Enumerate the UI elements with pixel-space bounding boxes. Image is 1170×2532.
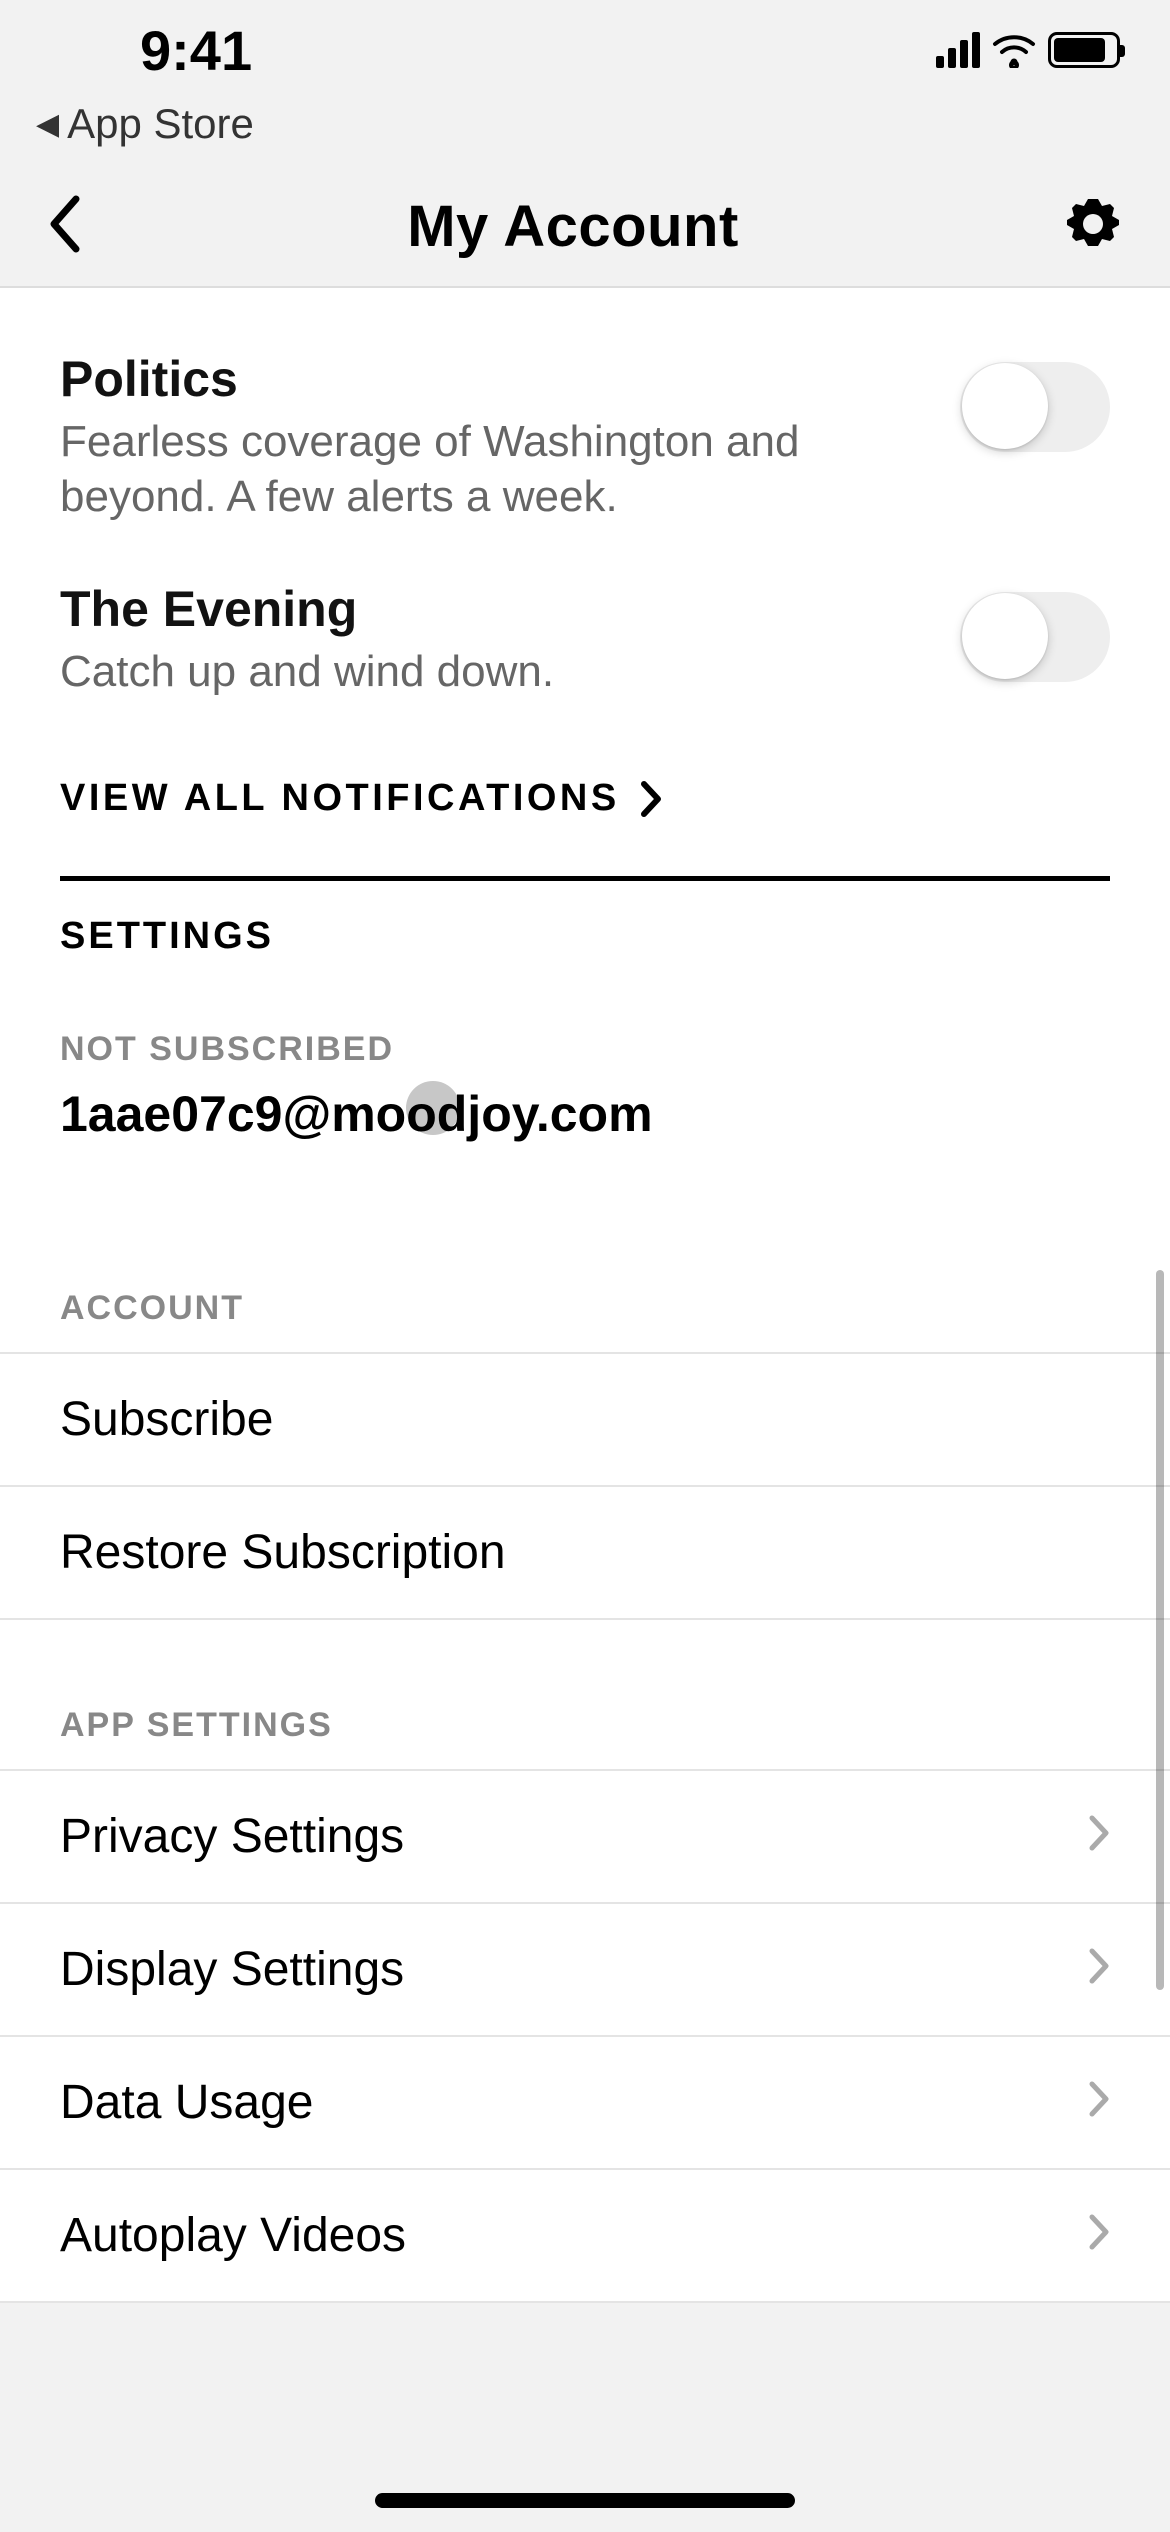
settings-button[interactable] <box>1062 193 1124 260</box>
notification-title: The Evening <box>60 580 920 638</box>
row-label: Data Usage <box>60 2075 313 2130</box>
status-indicators <box>936 32 1120 68</box>
chevron-right-icon <box>1088 2208 1110 2263</box>
row-label: Privacy Settings <box>60 1809 404 1864</box>
scrollbar[interactable] <box>1156 1270 1164 1990</box>
settings-heading: SETTINGS <box>0 881 1170 994</box>
notification-description: Fearless coverage of Washington and beyo… <box>60 414 920 524</box>
view-all-notifications-button[interactable]: VIEW ALL NOTIFICATIONS <box>0 729 1170 876</box>
notification-title: Politics <box>60 350 920 408</box>
row-label: Subscribe <box>60 1392 273 1447</box>
breadcrumb-label: App Store <box>67 100 254 148</box>
notification-description: Catch up and wind down. <box>60 644 920 699</box>
row-label: Display Settings <box>60 1942 404 1997</box>
subscription-status: NOT SUBSCRIBED <box>0 994 1170 1075</box>
row-label: Autoplay Videos <box>60 2208 406 2263</box>
back-to-app-store[interactable]: ◀ App Store <box>0 100 1170 166</box>
toggle-knob <box>962 363 1048 449</box>
toggle-evening[interactable] <box>960 592 1110 682</box>
row-data-usage[interactable]: Data Usage <box>0 2035 1170 2168</box>
notification-item-evening: The Evening Catch up and wind down. <box>0 554 1170 729</box>
chevron-right-icon <box>1088 2075 1110 2130</box>
group-label-account: ACCOUNT <box>0 1203 1170 1352</box>
toggle-politics[interactable] <box>960 362 1110 452</box>
row-display-settings[interactable]: Display Settings <box>0 1902 1170 2035</box>
group-label-app-settings: APP SETTINGS <box>0 1620 1170 1769</box>
chevron-right-icon <box>1088 1809 1110 1864</box>
account-email: 1aae07c9@moodjoy.com <box>60 1086 653 1142</box>
nav-header: My Account <box>0 166 1170 288</box>
row-label: Restore Subscription <box>60 1525 506 1580</box>
row-privacy-settings[interactable]: Privacy Settings <box>0 1769 1170 1902</box>
chevron-right-icon <box>638 780 664 818</box>
row-autoplay-videos[interactable]: Autoplay Videos <box>0 2168 1170 2303</box>
notification-item-politics: Politics Fearless coverage of Washington… <box>0 324 1170 554</box>
status-time: 9:41 <box>50 18 252 83</box>
home-indicator[interactable] <box>375 2493 795 2508</box>
touch-indicator <box>406 1081 460 1135</box>
content: Politics Fearless coverage of Washington… <box>0 288 1170 2303</box>
back-button[interactable] <box>46 195 84 258</box>
toggle-knob <box>962 593 1048 679</box>
chevron-right-icon <box>1088 1942 1110 1997</box>
status-bar: 9:41 <box>0 0 1170 100</box>
wifi-icon <box>992 32 1036 68</box>
account-email-row[interactable]: 1aae07c9@moodjoy.com <box>0 1075 1170 1203</box>
battery-icon <box>1048 32 1120 68</box>
chevron-left-icon <box>46 195 84 253</box>
triangle-left-icon: ◀ <box>36 107 59 142</box>
gear-icon <box>1062 193 1124 255</box>
cellular-icon <box>936 32 980 68</box>
view-all-label: VIEW ALL NOTIFICATIONS <box>60 777 620 820</box>
row-subscribe[interactable]: Subscribe <box>0 1352 1170 1485</box>
row-restore-subscription[interactable]: Restore Subscription <box>0 1485 1170 1620</box>
page-title: My Account <box>407 193 739 260</box>
